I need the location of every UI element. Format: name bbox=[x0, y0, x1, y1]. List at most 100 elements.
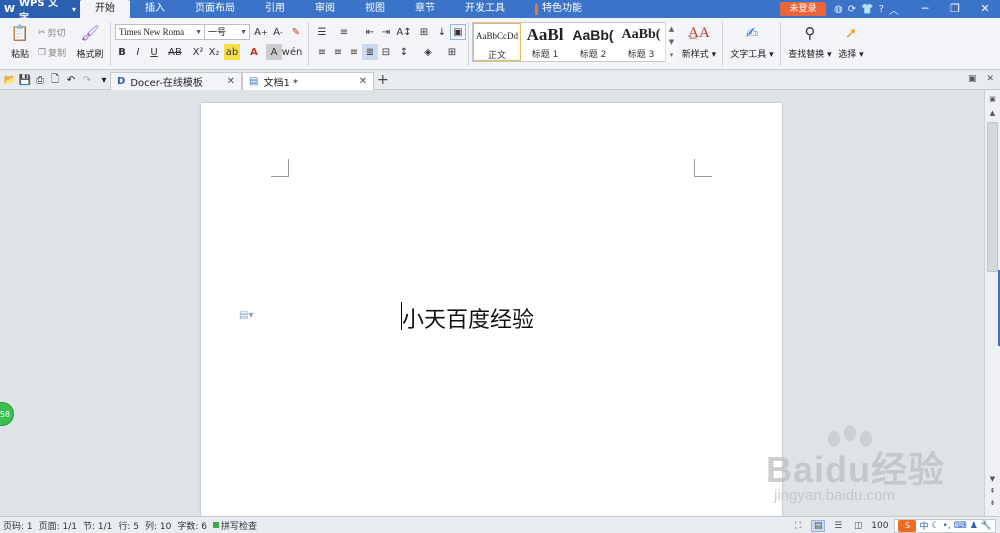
char-shading-icon[interactable]: A bbox=[266, 44, 282, 60]
paste-button[interactable]: 📋 粘贴 bbox=[2, 22, 38, 60]
decrease-indent-icon[interactable]: ⇤ bbox=[362, 24, 378, 40]
chevron-down-icon[interactable]: ▼ bbox=[669, 38, 674, 46]
line-spacing-icon[interactable]: ↕ bbox=[396, 44, 412, 60]
previous-page-icon[interactable]: ⇞ bbox=[987, 486, 998, 496]
font-name-select[interactable]: Times New Roma ▼ bbox=[115, 24, 205, 40]
style-normal[interactable]: AaBbCcDd 正文 bbox=[473, 23, 521, 61]
font-size-select[interactable]: 一号 ▼ bbox=[204, 24, 250, 40]
outline-view-icon[interactable]: ☰ bbox=[831, 520, 845, 532]
grow-font-icon[interactable]: A + bbox=[253, 24, 269, 40]
status-row[interactable]: 行: 5 bbox=[115, 519, 142, 532]
menu-view[interactable]: 视图 bbox=[350, 0, 400, 18]
copy-button[interactable]: ❐ 复制 bbox=[38, 46, 66, 60]
tab-docer[interactable]: D Docer-在线模板 ✕ bbox=[110, 72, 242, 90]
clear-format-icon[interactable]: ✎ bbox=[288, 24, 304, 40]
tab-document1[interactable]: ▤ 文档1 * ✕ bbox=[242, 72, 374, 90]
print-icon[interactable]: ⎙ bbox=[33, 73, 47, 87]
scroll-thumb[interactable] bbox=[987, 122, 998, 272]
chevron-up-icon[interactable]: ︿ bbox=[889, 2, 899, 17]
status-word-count[interactable]: 字数: 6 bbox=[174, 519, 210, 532]
italic-icon[interactable]: I bbox=[130, 44, 146, 60]
distribute-icon[interactable]: ⊟ bbox=[378, 44, 394, 60]
floating-assistant-badge[interactable]: 58 bbox=[0, 402, 14, 426]
redo-icon[interactable]: ↷ bbox=[80, 73, 94, 87]
increase-indent-icon[interactable]: ⇥ bbox=[378, 24, 394, 40]
close-icon[interactable]: ✕ bbox=[227, 76, 235, 87]
shading-icon[interactable]: ◈ bbox=[420, 44, 436, 60]
skin-icon[interactable]: ◍ bbox=[834, 4, 843, 15]
menu-chapter[interactable]: 章节 bbox=[400, 0, 450, 18]
find-replace-button[interactable]: ⚲ 查找替换 ▾ bbox=[786, 22, 834, 60]
status-page[interactable]: 页码: 1 bbox=[0, 519, 36, 532]
web-view-icon[interactable]: ◫ bbox=[851, 520, 865, 532]
align-center-icon[interactable]: ≡ bbox=[330, 44, 346, 60]
close-icon[interactable]: ✕ bbox=[359, 76, 367, 87]
print-preview-icon[interactable]: 🗋 bbox=[48, 73, 62, 87]
table-icon[interactable]: ⊞ bbox=[416, 24, 432, 40]
underline-icon[interactable]: U bbox=[146, 44, 162, 60]
customize-icon[interactable]: ▾ bbox=[97, 73, 111, 87]
menu-special-features[interactable]: 特色功能 bbox=[520, 0, 597, 18]
fullscreen-icon[interactable]: ⛶ bbox=[791, 520, 805, 532]
document-workspace[interactable]: ▤▾ 小天百度经验 58 bbox=[0, 90, 984, 523]
text-direction-icon[interactable]: A↕ bbox=[396, 24, 412, 40]
style-heading-1[interactable]: AaBl 标题 1 bbox=[521, 23, 569, 61]
select-button[interactable]: ➚ 选择 ▾ bbox=[836, 22, 866, 60]
font-color-icon[interactable]: A bbox=[246, 44, 262, 60]
strikethrough-icon[interactable]: AB bbox=[164, 44, 186, 60]
close-pane-icon[interactable]: ✕ bbox=[986, 74, 994, 84]
bold-icon[interactable]: B bbox=[114, 44, 130, 60]
input-method-bar[interactable]: S 中 ☾ •, ⌨ ♟ 🔧 bbox=[894, 518, 996, 533]
bullet-list-icon[interactable]: ☰ bbox=[314, 24, 330, 40]
shirt-icon[interactable]: 👕 bbox=[861, 4, 873, 15]
page-view-icon[interactable]: ▤ bbox=[811, 519, 826, 532]
menu-insert[interactable]: 插入 bbox=[130, 0, 180, 18]
style-gallery-scroll[interactable]: ▲ ▼ ▾ bbox=[665, 22, 677, 62]
style-heading-2[interactable]: AaBb( 标题 2 bbox=[569, 23, 617, 61]
menu-page-layout[interactable]: 页面布局 bbox=[180, 0, 250, 18]
numbered-list-icon[interactable]: ≡ bbox=[336, 24, 352, 40]
style-heading-3[interactable]: AaBb( 标题 3 bbox=[617, 23, 665, 61]
new-style-button[interactable]: A̲A 新样式 ▾ bbox=[680, 22, 718, 61]
menu-review[interactable]: 审阅 bbox=[300, 0, 350, 18]
paragraph-handle-icon[interactable]: ▤▾ bbox=[239, 310, 253, 321]
open-icon[interactable]: 📂 bbox=[3, 73, 17, 87]
scroll-down-icon[interactable]: ▼ bbox=[987, 474, 998, 484]
cut-button[interactable]: ✂ 剪切 bbox=[38, 26, 66, 40]
login-button[interactable]: 未登录 bbox=[780, 2, 826, 16]
shrink-font-icon[interactable]: A- bbox=[270, 24, 286, 40]
next-page-icon[interactable]: ⇟ bbox=[987, 498, 998, 508]
minimize-button[interactable]: ─ bbox=[910, 0, 940, 18]
align-left-icon[interactable]: ≡ bbox=[314, 44, 330, 60]
help-icon[interactable]: ? bbox=[879, 4, 884, 15]
spell-check-toggle[interactable]: 拼写检查 bbox=[210, 519, 260, 532]
menu-developer[interactable]: 开发工具 bbox=[450, 0, 520, 18]
text-tools-button[interactable]: ✍ 文字工具 ▾ bbox=[728, 22, 776, 60]
vertical-scrollbar[interactable]: ▣ ▲ ▼ ⇞ ⇟ bbox=[984, 90, 1000, 516]
phonetic-icon[interactable]: wén bbox=[282, 44, 303, 60]
undo-icon[interactable]: ↶ bbox=[64, 73, 78, 87]
document-text[interactable]: 小天百度经验 bbox=[402, 302, 534, 334]
status-section[interactable]: 节: 1/1 bbox=[80, 519, 115, 532]
close-button[interactable]: ✕ bbox=[970, 0, 1000, 18]
split-view-icon[interactable]: ▣ bbox=[987, 94, 998, 104]
restore-button[interactable]: ❐ bbox=[940, 0, 970, 18]
sync-icon[interactable]: ⟳ bbox=[848, 4, 856, 15]
restore-pane-icon[interactable]: ▣ bbox=[968, 74, 977, 84]
status-pages[interactable]: 页面: 1/1 bbox=[36, 519, 80, 532]
scroll-up-icon[interactable]: ▲ bbox=[987, 108, 998, 118]
format-painter-button[interactable]: 🖌 格式刷 bbox=[72, 22, 108, 60]
more-icon[interactable]: ▾ bbox=[670, 51, 674, 59]
align-right-icon[interactable]: ≡ bbox=[346, 44, 362, 60]
menu-home[interactable]: 开始 bbox=[80, 0, 130, 18]
status-column[interactable]: 列: 10 bbox=[142, 519, 174, 532]
subscript-icon[interactable]: X₂ bbox=[206, 44, 222, 60]
save-icon[interactable]: 💾 bbox=[18, 73, 32, 87]
sort-icon[interactable]: ↓ bbox=[434, 24, 450, 40]
new-tab-button[interactable]: + bbox=[377, 73, 389, 87]
zoom-level[interactable]: 100 bbox=[871, 521, 888, 531]
show-marks-icon[interactable]: ▣ bbox=[450, 24, 466, 40]
border-icon[interactable]: ⊞ bbox=[444, 44, 460, 60]
app-menu-button[interactable]: W WPS 文字 ▾ bbox=[0, 0, 80, 24]
document-page[interactable]: ▤▾ 小天百度经验 bbox=[201, 103, 782, 523]
